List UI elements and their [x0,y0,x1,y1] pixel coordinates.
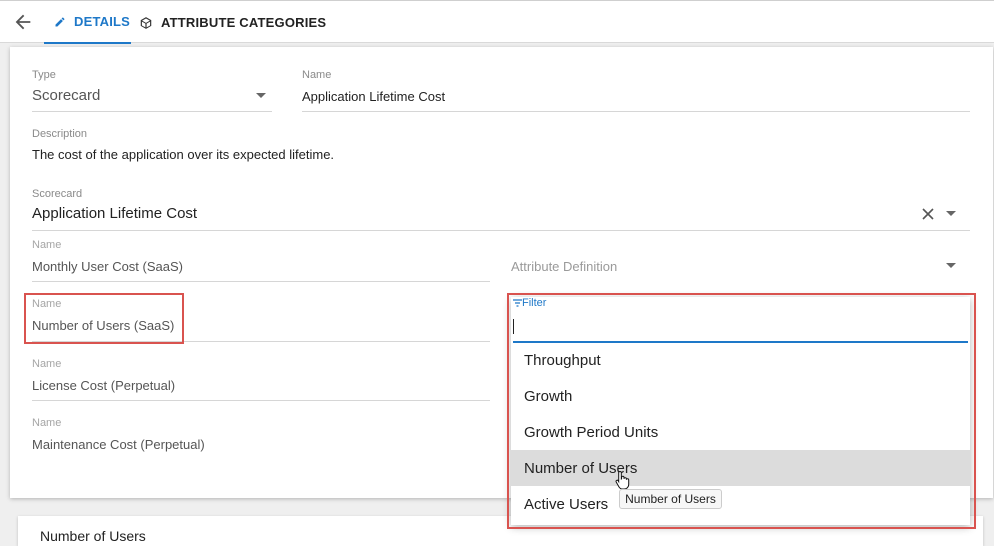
scorecard-label: Scorecard [32,188,83,200]
highlight-name-box [24,293,184,344]
tab-details[interactable]: DETAILS [44,1,131,44]
tooltip: Number of Users [619,489,722,509]
tab-details-label: DETAILS [74,14,131,29]
row-3-name-value[interactable]: License Cost (Perpetual) [32,378,175,393]
scorecard-underline [32,230,970,231]
row-4-name-label: Name [32,417,62,429]
description-text[interactable]: The cost of the application over its exp… [32,147,334,162]
tab-attribute-categories-label: ATTRIBUTE CATEGORIES [161,15,327,30]
top-bar: DETAILS ATTRIBUTE CATEGORIES [0,0,994,44]
row-3-name-label: Name [32,358,62,370]
type-label: Type [32,69,56,81]
clear-icon[interactable] [921,207,935,221]
attribute-definition-select[interactable]: Attribute Definition [511,259,617,274]
highlight-dropdown-box [507,293,976,529]
name-input[interactable]: Application Lifetime Cost [302,89,445,104]
type-underline [32,111,272,112]
row-1-underline [32,281,490,282]
name-label: Name [302,69,332,81]
tab-attribute-categories[interactable]: ATTRIBUTE CATEGORIES [139,1,326,44]
type-dropdown-caret-icon[interactable] [256,93,266,98]
name-underline [302,111,970,112]
hand-cursor-icon [615,470,630,490]
row-3-underline [32,400,490,401]
row-4-name-value[interactable]: Maintenance Cost (Perpetual) [32,437,205,452]
lower-card-title: Number of Users [40,528,146,544]
attribute-definition-caret-icon[interactable] [946,263,956,268]
row-1-name-label: Name [32,239,62,251]
scorecard-dropdown-caret-icon[interactable] [946,211,956,216]
back-arrow-icon[interactable] [12,11,34,33]
description-label: Description [32,128,88,140]
pencil-icon [55,16,65,26]
type-select[interactable]: Scorecard [32,87,100,104]
scorecard-select[interactable]: Application Lifetime Cost [32,205,197,222]
cube-icon [140,16,152,29]
row-1-name-value[interactable]: Monthly User Cost (SaaS) [32,259,183,274]
